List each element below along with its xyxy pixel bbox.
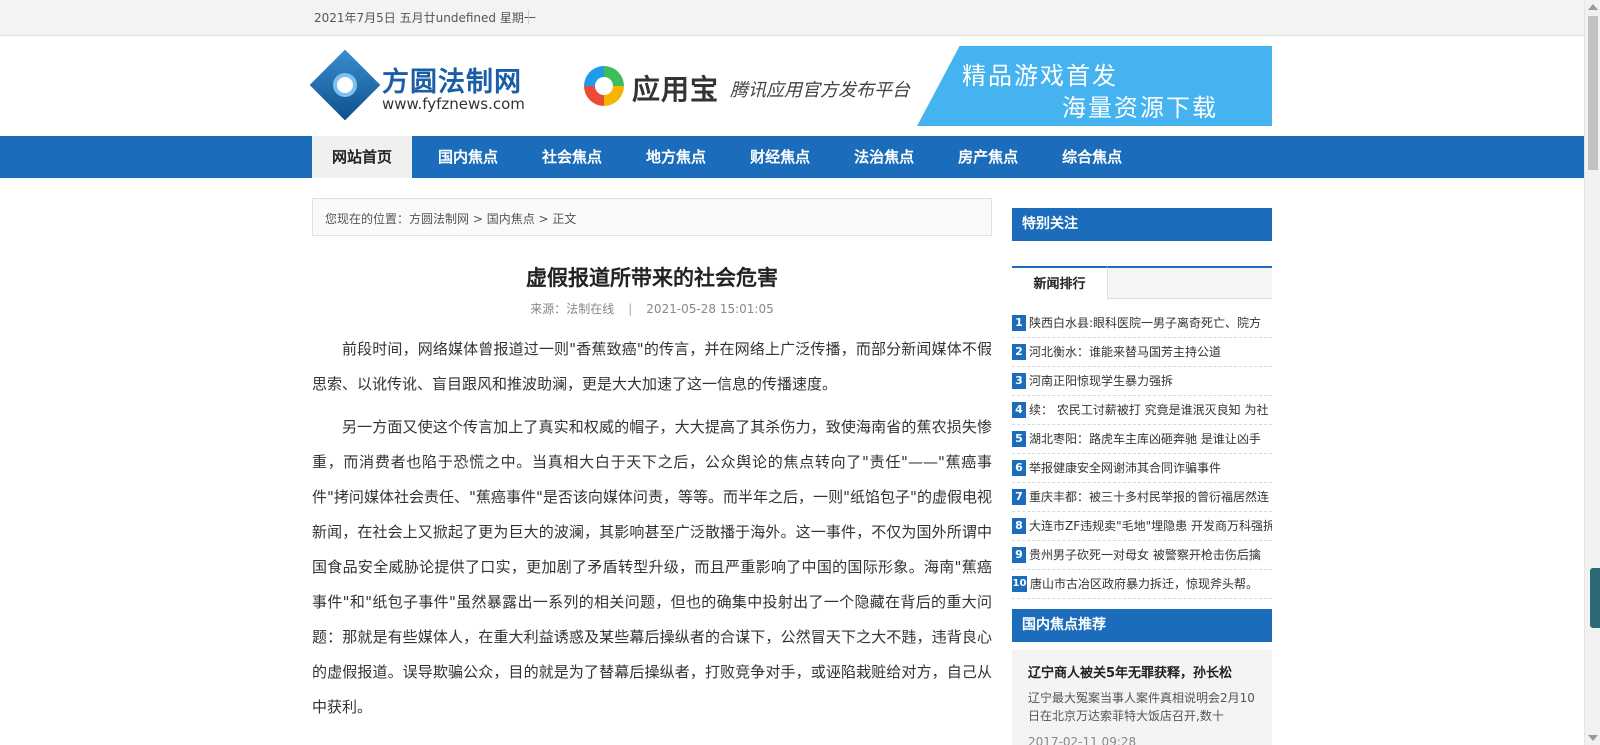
breadcrumb: 您现在的位置：方圆法制网 > 国内焦点 > 正文 <box>312 198 992 236</box>
article-body: 前段时间，网络媒体曾报道过一则"香蕉致癌"的传言，并在网络上广泛传播，而部分新闻… <box>312 332 992 733</box>
rank-tabs: 新闻排行 <box>1012 266 1272 300</box>
ad-slogan-line2: 海量资源下载 <box>1062 94 1218 122</box>
rank-number: 10 <box>1012 576 1027 592</box>
logo-ring-icon <box>333 73 357 97</box>
rank-number: 5 <box>1012 431 1026 447</box>
floating-side-widget[interactable] <box>1590 568 1600 628</box>
sidebar: 特别关注 新闻排行 1 陕西白水县:眼科医院一男子离奇死亡、院方 2 河北衡水：谁能… <box>1012 208 1272 745</box>
nav-item-local[interactable]: 地方焦点 <box>628 136 724 178</box>
scrollbar-thumb[interactable] <box>1588 16 1598 170</box>
rank-item[interactable]: 8 大连市ZF违规卖"毛地"埋隐患 开发商万科强拆 <box>1012 512 1272 541</box>
breadcrumb-separator: > <box>534 212 553 226</box>
page-scrollbar[interactable] <box>1584 0 1600 745</box>
rank-item[interactable]: 3 河南正阳惊现学生暴力强拆 <box>1012 367 1272 396</box>
rank-link[interactable]: 湖北枣阳：路虎车主库凶砸奔驰 是谁让凶手 <box>1029 425 1261 453</box>
rank-item[interactable]: 1 陕西白水县:眼科医院一男子离奇死亡、院方 <box>1012 309 1272 338</box>
nav-item-realestate[interactable]: 房产焦点 <box>940 136 1036 178</box>
rank-link[interactable]: 大连市ZF违规卖"毛地"埋隐患 开发商万科强拆 <box>1029 512 1272 540</box>
breadcrumb-separator: > <box>469 212 487 226</box>
scroll-down-arrow-icon[interactable] <box>1588 735 1598 741</box>
site-logo[interactable]: 方圆法制网 www.fyfznews.com <box>309 49 532 122</box>
rank-number: 6 <box>1012 460 1026 476</box>
ad-banner[interactable]: 应用宝 腾讯应用官方发布平台 精品游戏首发 海量资源下载 <box>572 46 1272 126</box>
news-rank-list: 1 陕西白水县:眼科医院一男子离奇死亡、院方 2 河北衡水：谁能来替马国芳主持公道 … <box>1012 309 1272 599</box>
main-nav: 网站首页 国内焦点 社会焦点 地方焦点 财经焦点 法治焦点 房产焦点 综合焦点 <box>0 136 1600 178</box>
rank-number: 2 <box>1012 344 1026 360</box>
nav-item-law[interactable]: 法治焦点 <box>836 136 932 178</box>
rank-number: 3 <box>1012 373 1026 389</box>
current-date: 2021年7月5日 五月廿undefined 星期一 <box>314 11 536 25</box>
top-date-bar: 2021年7月5日 五月廿undefined 星期一 <box>0 0 1600 36</box>
rank-link[interactable]: 举报健康安全网谢沛其合同诈骗事件 <box>1029 454 1221 482</box>
rank-link[interactable]: 续： 农民工讨薪被打 究竟是谁泯灭良知 为社 <box>1029 396 1268 424</box>
article-paragraph: 另一方面又使这个传言加上了真实和权威的帽子，大大提高了其杀伤力，致使海南省的蕉农… <box>312 418 992 716</box>
ad-tagline: 腾讯应用官方发布平台 <box>730 80 910 101</box>
rank-item[interactable]: 7 重庆丰都：被三十多村民举报的曾衍福居然连 <box>1012 483 1272 512</box>
article-paragraph: 前段时间，网络媒体曾报道过一则"香蕉致癌"的传言，并在网络上广泛传播，而部分新闻… <box>312 340 992 393</box>
ad-slogan-line1: 精品游戏首发 <box>962 62 1118 90</box>
rank-link[interactable]: 陕西白水县:眼科医院一男子离奇死亡、院方 <box>1029 309 1261 337</box>
rank-item[interactable]: 9 贵州男子砍死一对母女 被警察开枪击伤后擒 <box>1012 541 1272 570</box>
logo-name: 方圆法制网 <box>382 67 522 98</box>
recommend-card[interactable]: 辽宁商人被关5年无罪获释，孙长松 辽宁最大冤案当事人案件真相说明会2月10日在北… <box>1012 650 1272 745</box>
rank-link[interactable]: 河南正阳惊现学生暴力强拆 <box>1029 367 1173 395</box>
article-source: 来源：法制在线 <box>530 302 615 316</box>
recommend-summary: 辽宁最大冤案当事人案件真相说明会2月10日在北京万达索菲特大饭店召开,数十 <box>1028 691 1255 723</box>
nav-item-general[interactable]: 综合焦点 <box>1044 136 1140 178</box>
ad-brand: 应用宝 <box>632 73 720 106</box>
recommend-date: 2017-02-11 09:28 <box>1028 735 1137 745</box>
rank-item[interactable]: 10 唐山市古冶区政府暴力拆迁，惊现斧头帮。 <box>1012 570 1272 599</box>
rank-link[interactable]: 重庆丰都：被三十多村民举报的曾衍福居然连 <box>1029 483 1269 511</box>
rank-item[interactable]: 6 举报健康安全网谢沛其合同诈骗事件 <box>1012 454 1272 483</box>
article-meta: 来源：法制在线 | 2021-05-28 15:01:05 <box>312 300 992 317</box>
article-title: 虚假报道所带来的社会危害 <box>526 266 778 290</box>
breadcrumb-prefix: 您现在的位置： <box>325 212 410 226</box>
recommend-headline[interactable]: 辽宁商人被关5年无罪获释，孙长松 <box>1028 662 1256 681</box>
breadcrumb-section-link[interactable]: 国内焦点 <box>487 212 535 226</box>
rank-item[interactable]: 5 湖北枣阳：路虎车主库凶砸奔驰 是谁让凶手 <box>1012 425 1272 454</box>
rank-number: 9 <box>1012 547 1026 563</box>
rank-number: 1 <box>1012 315 1026 331</box>
breadcrumb-current: 正文 <box>552 212 577 226</box>
rank-item[interactable]: 4 续： 农民工讨薪被打 究竟是谁泯灭良知 为社 <box>1012 396 1272 425</box>
breadcrumb-home-link[interactable]: 方圆法制网 <box>409 212 469 226</box>
tab-news-rank[interactable]: 新闻排行 <box>1012 266 1108 300</box>
divider <box>528 10 529 24</box>
meta-divider: | <box>628 302 633 316</box>
rank-number: 4 <box>1012 402 1026 418</box>
rank-link[interactable]: 贵州男子砍死一对母女 被警察开枪击伤后擒 <box>1029 541 1261 569</box>
nav-item-finance[interactable]: 财经焦点 <box>732 136 828 178</box>
nav-item-society[interactable]: 社会焦点 <box>524 136 620 178</box>
nav-item-home[interactable]: 网站首页 <box>312 136 413 178</box>
scroll-up-arrow-icon[interactable] <box>1588 4 1598 10</box>
domestic-recommend-header: 国内焦点推荐 <box>1012 609 1272 642</box>
rank-link[interactable]: 唐山市古冶区政府暴力拆迁，惊现斧头帮。 <box>1030 570 1258 598</box>
logo-url: www.fyfznews.com <box>382 95 525 113</box>
article-datetime: 2021-05-28 15:01:05 <box>646 302 774 316</box>
app-store-icon <box>584 66 624 106</box>
rank-link[interactable]: 河北衡水：谁能来替马国芳主持公道 <box>1029 338 1221 366</box>
rank-item[interactable]: 2 河北衡水：谁能来替马国芳主持公道 <box>1012 338 1272 367</box>
special-focus-header: 特别关注 <box>1012 208 1272 241</box>
nav-item-domestic[interactable]: 国内焦点 <box>420 136 516 178</box>
rank-number: 7 <box>1012 489 1026 505</box>
rank-number: 8 <box>1012 518 1026 534</box>
